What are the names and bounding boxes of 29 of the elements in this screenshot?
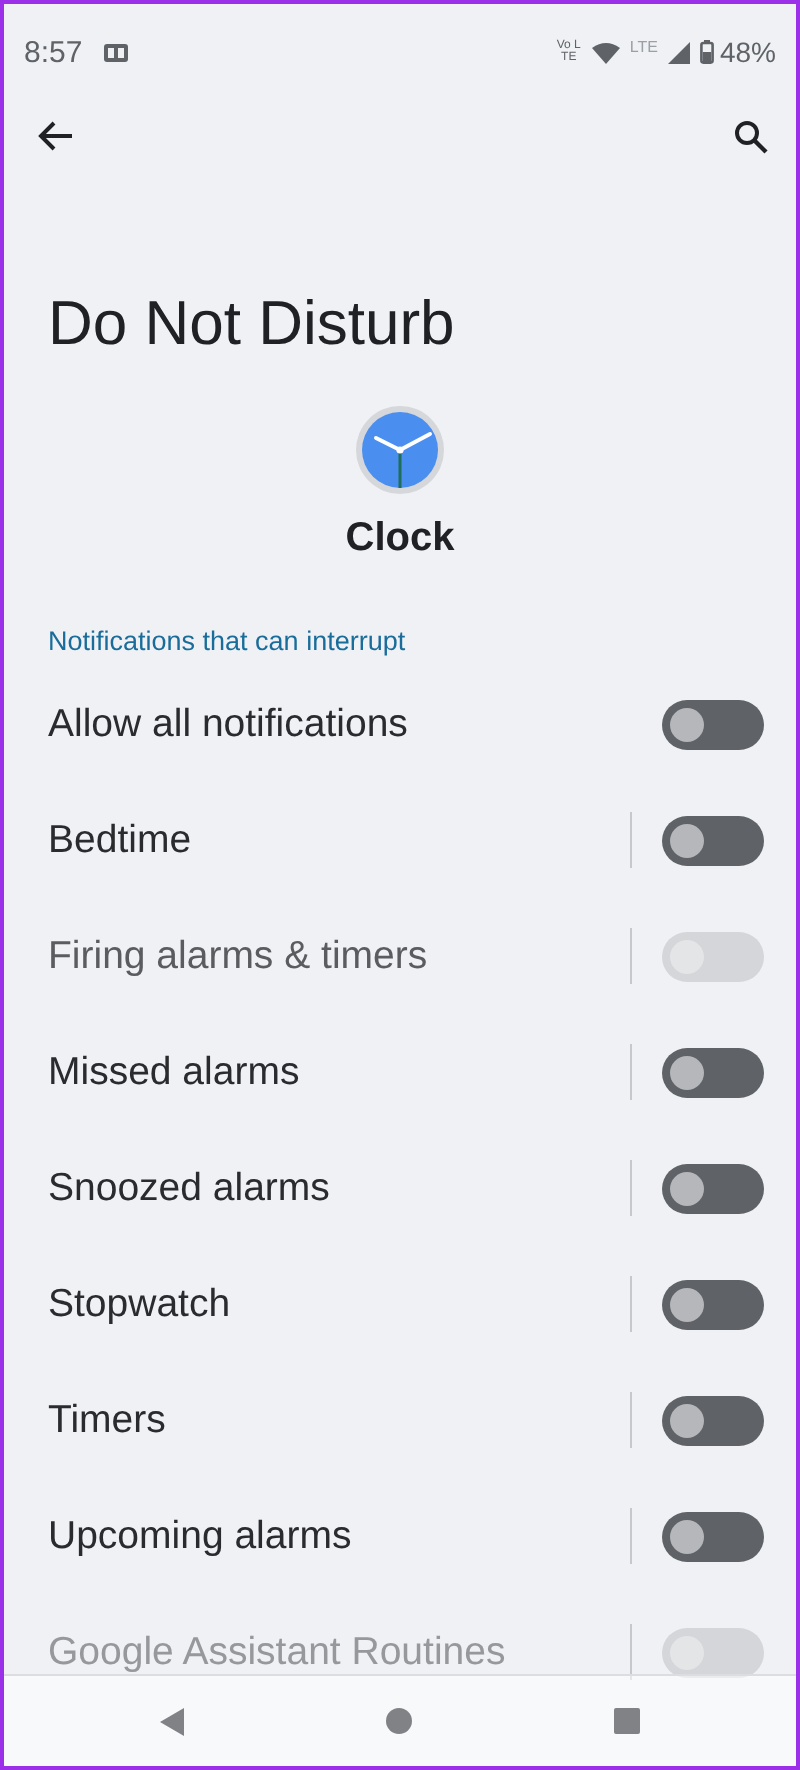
setting-label[interactable]: Snoozed alarms [48, 1165, 630, 1211]
toggle-switch[interactable] [662, 815, 764, 865]
setting-label[interactable]: Missed alarms [48, 1049, 630, 1095]
toggle-switch[interactable] [662, 699, 764, 749]
setting-label[interactable]: Bedtime [48, 817, 630, 863]
search-icon[interactable] [734, 119, 768, 153]
toggle-switch[interactable] [662, 1511, 764, 1561]
app-name: Clock [345, 516, 455, 562]
signal-icon [667, 41, 690, 63]
back-arrow-icon[interactable] [38, 120, 74, 152]
page-title: Do Not Disturb [48, 286, 457, 362]
lte-label: LTE [629, 37, 658, 55]
toggle-switch[interactable] [662, 1279, 764, 1329]
setting-label[interactable]: Timers [48, 1397, 630, 1443]
wifi-icon [591, 41, 620, 63]
section-header: Notifications that can interrupt [48, 626, 408, 656]
toggle-switch[interactable] [662, 1395, 764, 1445]
sim-card-icon [104, 43, 129, 61]
home-nav-icon[interactable] [386, 1708, 412, 1734]
toggle-switch[interactable] [662, 1163, 764, 1213]
toggle-switch[interactable] [662, 1047, 764, 1097]
setting-label[interactable]: Stopwatch [48, 1281, 630, 1327]
back-nav-icon[interactable] [160, 1707, 184, 1735]
status-time: 8:57 [24, 35, 83, 69]
battery-percent: 48% [719, 36, 776, 68]
battery-icon [699, 40, 714, 64]
setting-label[interactable]: Allow all notifications [48, 701, 662, 747]
clock-icon [354, 404, 446, 496]
setting-label[interactable]: Upcoming alarms [48, 1513, 630, 1559]
